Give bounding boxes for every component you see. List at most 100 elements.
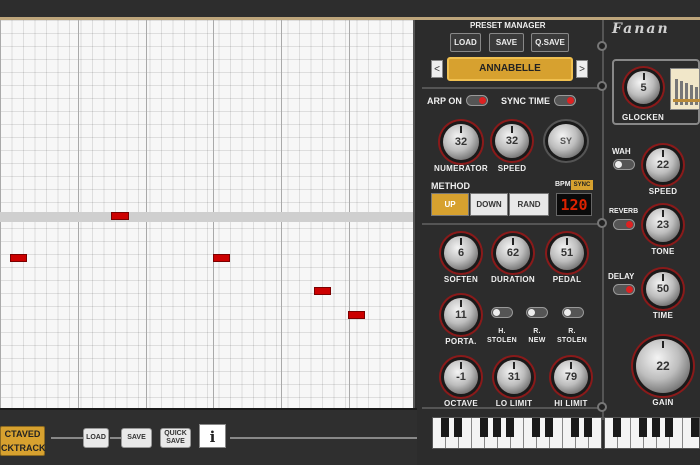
gain-knob[interactable]: 22 — [636, 339, 690, 393]
r-new-toggle[interactable] — [526, 307, 548, 318]
method-down-button[interactable]: DOWN — [470, 193, 508, 216]
black-key[interactable] — [454, 418, 462, 437]
black-key[interactable] — [441, 418, 449, 437]
note[interactable] — [213, 254, 230, 262]
black-key[interactable] — [532, 418, 540, 437]
wah-speed-label: SPEED — [648, 187, 678, 196]
instrument-image[interactable] — [670, 68, 700, 110]
glockenspiel-icon — [673, 79, 700, 105]
preset-save-button[interactable]: SAVE — [489, 33, 524, 52]
pattern-load-button[interactable]: LOAD — [83, 428, 109, 448]
pattern-save-button[interactable]: SAVE — [121, 428, 152, 448]
h-stolen-label: H. STOLEN — [486, 328, 518, 344]
mini-keyboard[interactable] — [432, 417, 602, 449]
black-key[interactable] — [584, 418, 592, 437]
piano-roll-grid[interactable] — [0, 20, 415, 408]
divider — [422, 87, 602, 89]
octaved-label-line2: CKTRACK — [1, 443, 46, 453]
black-key[interactable] — [691, 418, 699, 437]
bpm-label: BPM — [555, 181, 571, 188]
soften-value: 6 — [457, 247, 465, 259]
reverb-label: REVERB — [609, 208, 639, 215]
quick-save-line1: QUICK — [164, 430, 187, 437]
screw-icon — [597, 402, 607, 412]
note[interactable] — [348, 311, 365, 319]
pedal-label: PEDAL — [552, 275, 582, 284]
brand-logo: Fanan — [612, 21, 670, 37]
porta-knob[interactable]: 11 — [444, 298, 478, 332]
soften-knob[interactable]: 6 — [444, 236, 478, 270]
note[interactable] — [314, 287, 331, 295]
duration-knob[interactable]: 62 — [496, 236, 530, 270]
toggle-indicator — [479, 97, 486, 104]
screw-icon — [597, 41, 607, 51]
knob-pointer — [511, 126, 513, 133]
black-key[interactable] — [639, 418, 647, 437]
reverb-tone-knob[interactable]: 23 — [646, 208, 680, 242]
quick-save-line2: SAVE — [166, 438, 185, 445]
gain-label: GAIN — [652, 398, 674, 407]
hi-limit-knob[interactable]: 79 — [554, 360, 588, 394]
method-rand-button[interactable]: RAND — [509, 193, 549, 216]
octave-value: -1 — [456, 371, 466, 383]
toggle-indicator — [567, 97, 574, 104]
delay-toggle[interactable] — [613, 284, 635, 295]
preset-load-button[interactable]: LOAD — [450, 33, 481, 52]
preset-next-button[interactable]: > — [576, 60, 588, 78]
info-button[interactable]: i — [199, 424, 226, 448]
black-key[interactable] — [545, 418, 553, 437]
mini-keyboard-right[interactable] — [604, 417, 700, 449]
wah-toggle[interactable] — [613, 159, 635, 170]
arp-on-toggle[interactable] — [466, 95, 488, 106]
toggle-indicator — [564, 309, 571, 316]
black-key[interactable] — [571, 418, 579, 437]
toggle-indicator — [626, 286, 633, 293]
pedal-knob[interactable]: 51 — [550, 236, 584, 270]
octave-knob[interactable]: -1 — [444, 360, 478, 394]
knob-pointer — [460, 300, 462, 307]
black-key[interactable] — [652, 418, 660, 437]
knob-pointer — [460, 238, 462, 245]
black-key[interactable] — [613, 418, 621, 437]
wah-speed-knob[interactable]: 22 — [646, 148, 680, 182]
bpm-display[interactable]: 120 — [556, 193, 592, 216]
preset-prev-button[interactable]: < — [431, 60, 443, 78]
wah-speed-value: 22 — [656, 159, 670, 171]
speed-knob[interactable]: 32 — [495, 124, 529, 158]
delay-time-knob[interactable]: 50 — [646, 272, 680, 306]
octaved-backtrack-button[interactable]: CTAVED CKTRACK — [0, 426, 46, 456]
octave-label: OCTAVE — [444, 399, 478, 408]
pedal-value: 51 — [560, 247, 574, 259]
numerator-label: NUMERATOR — [434, 164, 488, 173]
numerator-knob[interactable]: 32 — [443, 124, 479, 160]
glocken-knob[interactable]: 5 — [627, 71, 660, 104]
h-stolen-toggle[interactable] — [491, 307, 513, 318]
sync-time-toggle[interactable] — [554, 95, 576, 106]
preset-name-display[interactable]: ANNABELLE — [447, 57, 573, 81]
method-up-button[interactable]: UP — [431, 193, 469, 216]
preset-quick-save-button[interactable]: Q.SAVE — [531, 33, 569, 52]
bpm-sync-badge[interactable]: SYNC — [571, 180, 593, 190]
lo-limit-knob[interactable]: 31 — [497, 360, 531, 394]
top-strip — [0, 0, 700, 20]
note[interactable] — [10, 254, 27, 262]
note[interactable] — [111, 212, 129, 220]
delay-label: DELAY — [608, 272, 635, 281]
black-key[interactable] — [506, 418, 514, 437]
black-key[interactable] — [493, 418, 501, 437]
white-key-divider — [630, 418, 631, 448]
hi-limit-label: HI LIMIT — [554, 399, 588, 408]
toggle-indicator — [615, 161, 622, 168]
sync-knob[interactable]: SY — [548, 124, 584, 158]
knob-pointer — [662, 150, 664, 157]
highlighted-row — [0, 212, 413, 222]
black-key[interactable] — [480, 418, 488, 437]
r-stolen-toggle[interactable] — [562, 307, 584, 318]
toggle-indicator — [626, 221, 633, 228]
pattern-quick-save-button[interactable]: QUICK SAVE — [160, 428, 191, 448]
delay-time-value: 50 — [656, 283, 670, 295]
black-key[interactable] — [665, 418, 673, 437]
reverb-toggle[interactable] — [613, 219, 635, 230]
porta-value: 11 — [455, 309, 467, 321]
bottom-bar: CTAVED CKTRACK LOAD SAVE QUICK SAVE i — [0, 408, 428, 465]
